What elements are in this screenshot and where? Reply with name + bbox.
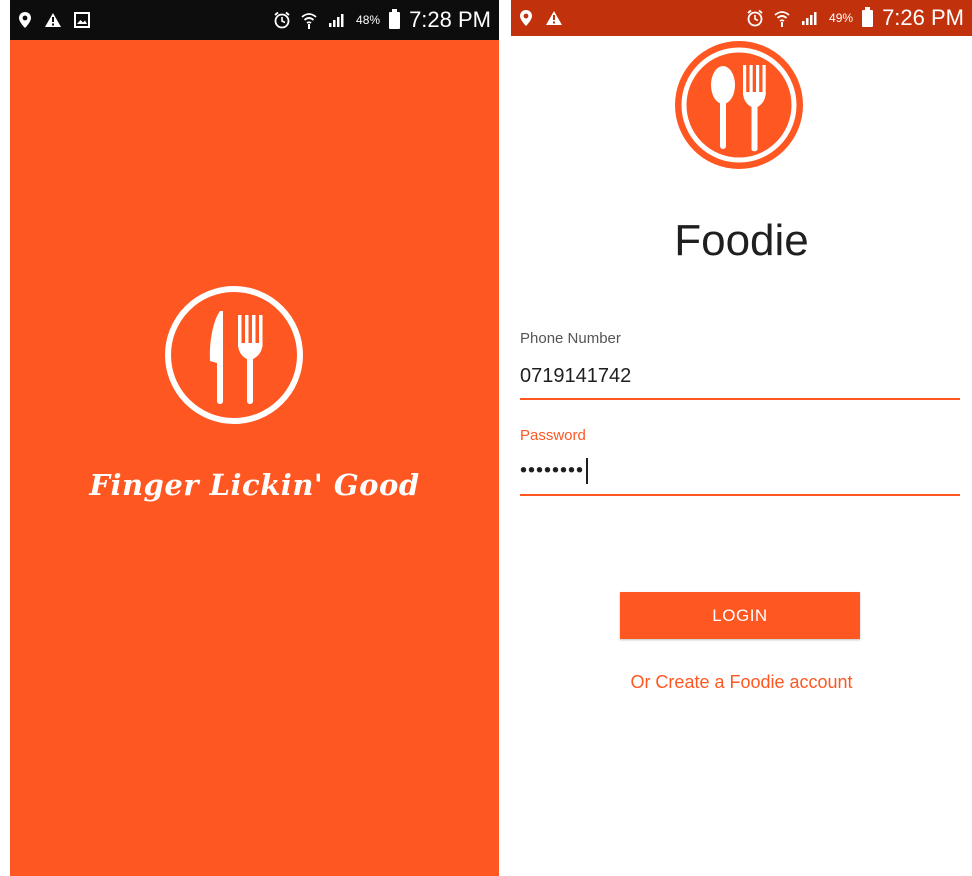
password-label: Password [520,427,586,444]
login-button[interactable]: LOGIN [620,592,860,639]
location-icon [519,9,533,27]
battery-percentage: 48% [356,13,381,27]
alarm-icon [273,11,291,29]
battery-percentage: 49% [829,11,854,25]
text-cursor [586,458,589,484]
spoon-fork-icon [671,37,807,173]
status-time: 7:26 PM [882,5,964,30]
alarm-icon [746,9,764,27]
battery-icon [389,8,401,29]
wifi-icon [773,9,791,27]
tagline: Finger Lickin' Good [89,468,420,502]
phone-number-input[interactable]: 0719141742 [520,365,631,388]
signal-icon [327,12,347,28]
status-bar: 48% 7:28 PM [10,0,499,40]
gallery-icon [74,12,90,28]
battery-icon [862,6,874,27]
signal-icon [800,10,820,26]
wifi-icon [300,11,318,29]
phone-number-label: Phone Number [520,330,621,347]
status-bar: 49% 7:26 PM [511,0,972,36]
knife-fork-icon [162,283,306,427]
status-time: 7:28 PM [409,7,491,32]
warning-icon [44,12,62,28]
phone-number-underline [520,398,960,400]
location-icon [18,11,32,29]
warning-icon [545,10,563,26]
password-dots: •••••••• [520,459,585,482]
create-account-link[interactable]: Or Create a Foodie account [511,672,972,693]
splash-screen: 48% 7:28 PM Finger Lickin' Good [10,0,499,876]
password-underline [520,494,960,496]
password-input[interactable]: •••••••• [520,458,589,484]
login-screen: 49% 7:26 PM Foodie Phone Number 07191417… [511,0,972,876]
app-title: Foodie [674,216,809,265]
